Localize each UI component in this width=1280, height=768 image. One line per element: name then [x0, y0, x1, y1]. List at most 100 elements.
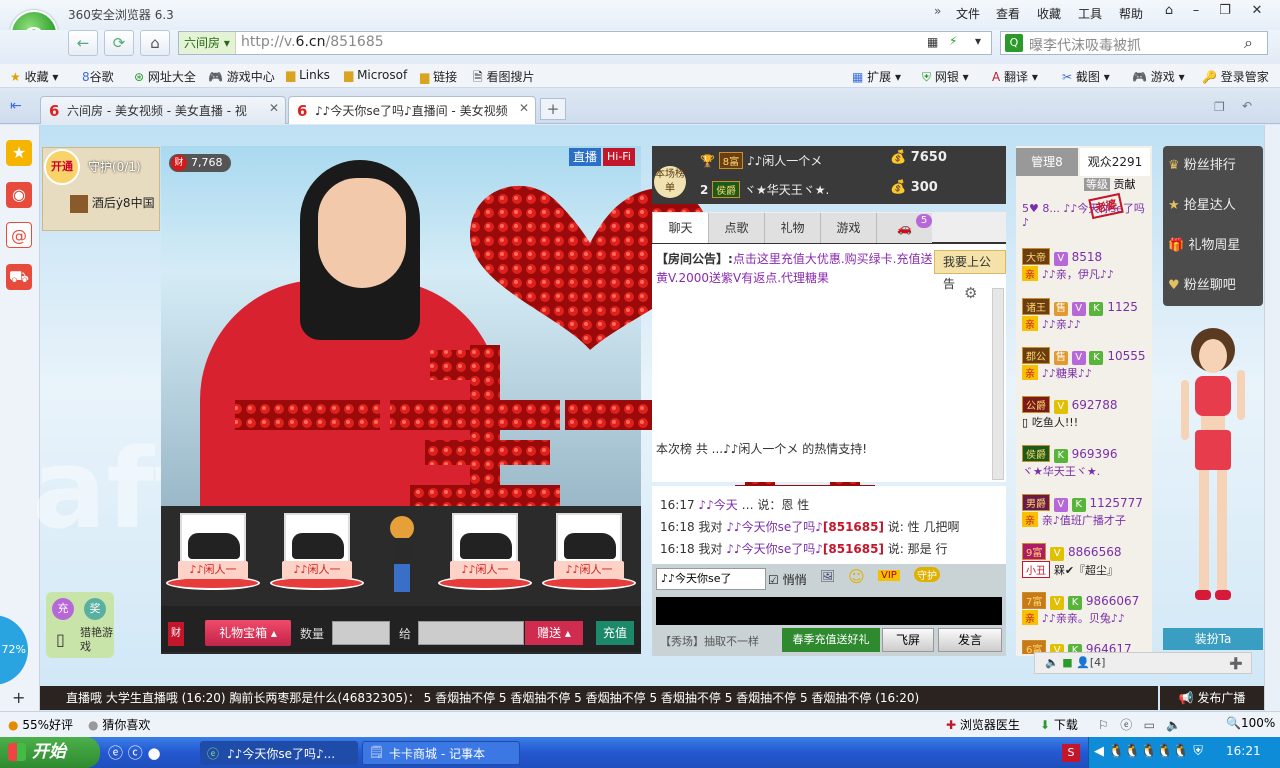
good-rating[interactable]: ● 55%好评 — [8, 716, 73, 733]
skin-icon[interactable]: ⌂ — [1157, 3, 1181, 21]
audience-row[interactable]: 男爵 V K 1125777 亲 亲♪值班广播才子 — [1022, 494, 1150, 544]
recharge-button[interactable]: 充值 — [596, 621, 634, 645]
address-bar[interactable]: 六间房 ▾ http://v.6.cn/851685 ▦ ⚡ ▾ — [178, 31, 992, 55]
dress-up-button[interactable]: 装扮Ta — [1163, 628, 1263, 650]
sidebar-toggle-icon[interactable]: ⇤ — [10, 98, 22, 114]
hifi-badge[interactable]: Hi-Fi — [603, 148, 635, 166]
shopping-icon[interactable]: ⛟ — [6, 264, 32, 290]
rank-row-1[interactable]: 🏆 8富 ♪♪闲人一个メ — [700, 152, 822, 169]
settings-gear-icon[interactable]: ⚙ — [964, 284, 977, 302]
menu-view[interactable]: 查看 — [996, 5, 1020, 22]
menu-help[interactable]: 帮助 — [1119, 5, 1143, 22]
audience-row[interactable]: 诸王 售 V K 1125 亲 ♪♪亲♪♪ — [1022, 298, 1150, 348]
downloads[interactable]: ⬇ 下载 — [1040, 716, 1078, 733]
status-icons[interactable]: ⚐ ⓔ ▭ 🔈 — [1098, 716, 1181, 733]
sort-options[interactable]: 等级 贡献 — [1084, 176, 1136, 192]
publish-broadcast-button[interactable]: 📢 发布广播 — [1160, 686, 1264, 710]
bookmark-google[interactable]: 8谷歌 — [82, 68, 114, 85]
image-icon[interactable]: 🖼 — [820, 569, 835, 583]
prize-button[interactable]: 奖 — [84, 598, 106, 620]
refresh-icon[interactable]: ⟳ — [104, 30, 134, 56]
bookmark-hao[interactable]: ⊛ 网址大全 — [134, 68, 196, 85]
tab-close-icon[interactable]: ✕ — [519, 101, 529, 115]
toolbar-bank[interactable]: ⛨ 网银 ▾ — [922, 68, 969, 85]
vip-icon[interactable]: VIP — [878, 570, 900, 581]
audience-row[interactable]: 9富 V 8866568 小丑 槑✔『超尘』 — [1022, 543, 1150, 593]
toolbar-screenshot[interactable]: ✂ 截图 ▾ — [1062, 68, 1110, 85]
chat-line[interactable]: 16:18 我对 ♪♪今天你se了吗♪[851685] 说: 那是 行 — [660, 540, 947, 557]
fan-chat-item[interactable]: ♥ 粉丝聊吧 — [1168, 268, 1262, 304]
menu-tools[interactable]: 工具 — [1078, 5, 1102, 22]
show-label[interactable]: 【秀场】抽取不一样 — [660, 633, 759, 649]
open-guard-button[interactable]: 开通 — [44, 149, 80, 185]
send-gift-button[interactable]: 赠送 ▴ — [525, 621, 583, 645]
audience-row[interactable]: 大帝 V 8518 亲 ♪♪亲，伊凡♪♪ — [1022, 248, 1150, 298]
browser-doctor[interactable]: ✚ 浏览器医生 — [946, 716, 1020, 733]
undo-close-icon[interactable]: ↶ — [1242, 99, 1252, 113]
search-engine-icon[interactable]: Q — [1005, 34, 1023, 52]
audience-row[interactable]: 郡公 售 V K 10555 亲 ♪♪糖果♪♪ — [1022, 347, 1150, 397]
restore-tab-icon[interactable]: ❐ — [1214, 100, 1225, 114]
tab-close-icon[interactable]: ✕ — [269, 101, 279, 115]
send-message-button[interactable]: 发言 — [938, 628, 1002, 652]
add-panel-icon[interactable]: + — [12, 688, 25, 707]
home-icon[interactable]: ⌂ — [140, 30, 170, 56]
bookmark-favorites[interactable]: ★ 收藏 ▾ — [10, 68, 58, 85]
menu-file[interactable]: 文件 — [956, 5, 980, 22]
page-scrollbar[interactable] — [1264, 125, 1280, 711]
close-window-icon[interactable]: ✕ — [1245, 3, 1269, 21]
qrcode-icon[interactable]: ▦ — [927, 35, 938, 49]
guess-you-like[interactable]: ● 猜你喜欢 — [88, 716, 150, 733]
bookmark-image-search[interactable]: 🗎 看图搜片 — [473, 68, 535, 89]
broadcast-ticker[interactable]: 直播哦 大学生直播哦 (16:20) 胸前长两枣那是什么(46832305)： … — [48, 686, 1158, 710]
spring-recharge-button[interactable]: 春季充值送好礼 — [782, 628, 880, 652]
audience-row[interactable]: 公爵 V 692788 ▯ 吃鱼人!!! — [1022, 396, 1150, 446]
gift-box-button[interactable]: 礼物宝箱 ▴ — [205, 620, 291, 646]
toolbar-translate[interactable]: A 翻译 ▾ — [992, 68, 1038, 85]
search-input[interactable]: 曝李代沫吸毒被抓 — [1029, 35, 1141, 55]
tab-liujianfang[interactable]: 6 六间房 - 美女视频 - 美女直播 - 视 ✕ — [40, 96, 286, 124]
search-icon[interactable]: ⌕ — [1244, 33, 1253, 53]
post-notice-button[interactable]: 我要上公告 — [934, 250, 1006, 291]
tab-managers[interactable]: 管理8 — [1016, 148, 1078, 176]
search-box[interactable]: Q 曝李代沫吸毒被抓 ⌕ — [1000, 31, 1268, 55]
fly-screen-button[interactable]: 飞屏 — [882, 628, 934, 652]
back-icon[interactable]: ← — [68, 30, 98, 56]
tab-viewers[interactable]: 观众2291 — [1080, 148, 1150, 176]
recipient-input[interactable] — [418, 621, 524, 645]
tab-gifts[interactable]: 礼物 — [764, 213, 820, 243]
star-master-item[interactable]: ★ 抢星达人 — [1168, 188, 1262, 224]
address-dropdown-icon[interactable]: ▾ — [975, 34, 981, 48]
task-notepad[interactable]: 🗒 卡卡商城 - 记事本 — [362, 741, 520, 765]
address-url[interactable]: http://v.6.cn/851685 — [241, 34, 384, 50]
chat-line[interactable]: 16:18 我对 ♪♪今天你se了吗♪[851685] 说: 性 几把啊 — [660, 518, 959, 535]
tray-icons[interactable]: ◀ 🐧🐧🐧🐧🐧 ⛨ — [1094, 744, 1203, 759]
fan-ranking-item[interactable]: ♛ 粉丝排行 — [1168, 148, 1262, 184]
hunt-game-link[interactable]: 猎艳游戏 — [80, 626, 114, 654]
toolbar-login-manager[interactable]: 🔑 登录管家 — [1202, 68, 1269, 85]
start-button[interactable]: 开始 — [0, 737, 100, 768]
add-icon[interactable]: ➕ — [1229, 654, 1243, 674]
rank-row-2[interactable]: 2 侯爵 ヾ★华天王ヾ★. — [700, 181, 829, 198]
host-item[interactable]: 酒后ẏ8中国 — [70, 194, 155, 213]
minimize-icon[interactable]: – — [1184, 3, 1208, 21]
bookmark-link[interactable]: ▆ 链接 — [420, 68, 457, 85]
audience-row[interactable]: 7富 V K 9866067 亲 ♪♪亲亲。贝兔♪♪ — [1022, 592, 1150, 642]
speaker-icon[interactable]: 🔈 — [1045, 656, 1059, 669]
phone-icon[interactable]: ▯ — [56, 630, 65, 649]
tab-games[interactable]: 游戏 — [820, 213, 876, 243]
gift-weekly-star-item[interactable]: 🎁 礼物周星 — [1168, 228, 1262, 264]
bookmark-microsoft[interactable]: ▆ Microsof — [344, 68, 407, 82]
new-tab-button[interactable]: + — [540, 98, 566, 120]
bookmark-links[interactable]: ▆ Links — [286, 68, 330, 82]
favorites-star-icon[interactable]: ★ — [6, 140, 32, 166]
lightning-icon[interactable]: ⚡ — [949, 34, 957, 48]
toolbar-extensions[interactable]: ▦ 扩展 ▾ — [852, 68, 901, 85]
quantity-input[interactable] — [332, 621, 390, 645]
bookmark-games-center[interactable]: 🎮 游戏中心 — [208, 68, 275, 85]
menu-favorites[interactable]: 收藏 — [1037, 5, 1061, 22]
notice-scrollbar[interactable] — [992, 288, 1004, 480]
whisper-checkbox[interactable]: ☑ 悄悄 — [768, 571, 807, 588]
audience-row[interactable]: 侯爵 K 969396 ヾ★华天王ヾ★. — [1022, 445, 1150, 495]
tray-s-icon[interactable]: S — [1062, 744, 1080, 762]
